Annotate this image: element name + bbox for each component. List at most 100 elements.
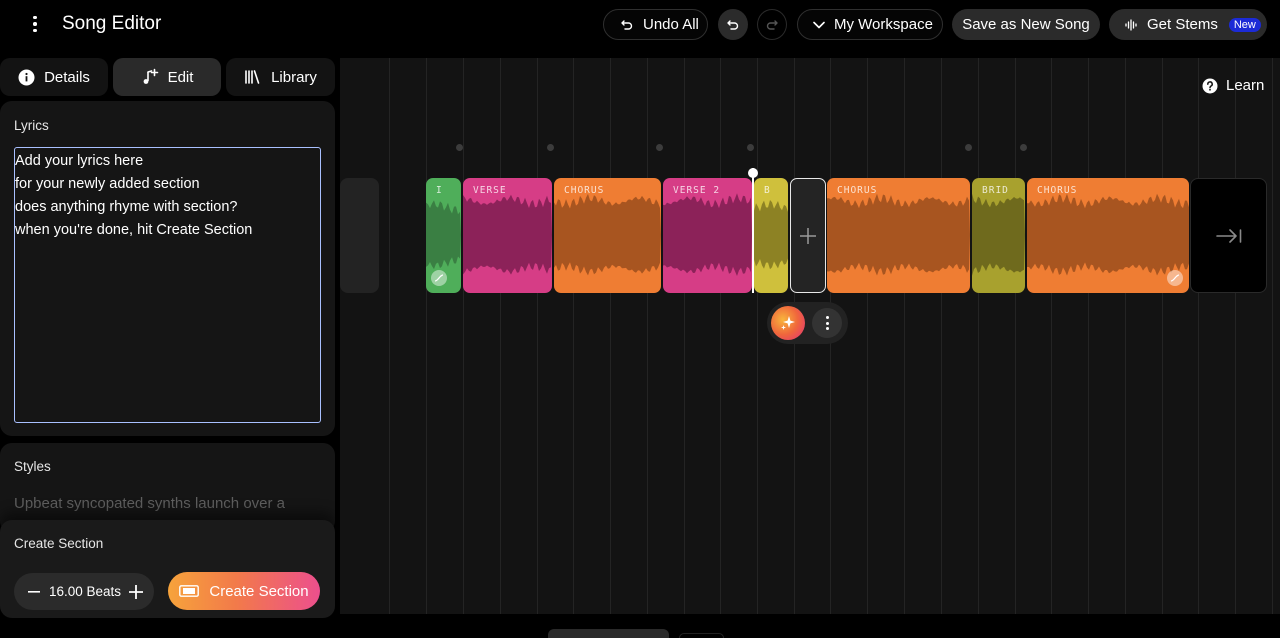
waveform — [754, 200, 788, 270]
fade-out-handle[interactable] — [1167, 270, 1183, 286]
section-toolbar — [767, 302, 848, 344]
playhead[interactable] — [752, 168, 754, 293]
grid-line — [867, 58, 868, 614]
beat-marker[interactable] — [747, 144, 754, 151]
redo-button[interactable] — [757, 9, 787, 40]
grid-line — [1088, 58, 1089, 614]
tab-edit-label: Edit — [167, 68, 194, 86]
song-section-block[interactable]: B — [754, 178, 788, 293]
get-stems-label: Get Stems — [1147, 16, 1218, 33]
grid-line — [1272, 58, 1273, 614]
grid-line — [573, 58, 574, 614]
learn-button[interactable]: Learn — [1202, 77, 1264, 94]
lyrics-card: Lyrics Add your lyrics here for your new… — [0, 101, 335, 436]
redo-icon — [766, 19, 778, 30]
section-label: I — [436, 185, 443, 196]
increment-button[interactable] — [126, 582, 146, 602]
end-of-song-button[interactable] — [1190, 178, 1267, 293]
tab-details-label: Details — [44, 68, 90, 86]
create-section-button[interactable]: Create Section — [168, 572, 320, 610]
grid-line — [647, 58, 648, 614]
ai-sparkle-button[interactable] — [771, 306, 805, 340]
section-label: VERSE 2 — [673, 185, 721, 196]
song-section-block[interactable]: VERSE — [463, 178, 552, 293]
grid-line — [978, 58, 979, 614]
grid-line — [610, 58, 611, 614]
sparkle-icon — [781, 316, 795, 330]
beat-marker[interactable] — [456, 144, 463, 151]
decrement-button[interactable] — [24, 582, 44, 602]
song-section-block[interactable]: VERSE 2 — [663, 178, 752, 293]
tab-library[interactable]: Library — [226, 58, 335, 96]
song-section-block[interactable]: CHORUS — [554, 178, 661, 293]
tab-details[interactable]: Details — [0, 58, 108, 96]
grid-line — [1051, 58, 1052, 614]
section-label: B — [764, 185, 771, 196]
arrow-to-end-icon — [1215, 228, 1241, 243]
grid-line — [1162, 58, 1163, 614]
styles-label: Styles — [14, 459, 51, 474]
song-section-block[interactable]: CHORUS — [1027, 178, 1189, 293]
save-as-new-label: Save as New Song — [962, 16, 1090, 33]
minus-icon — [28, 590, 40, 593]
beat-marker[interactable] — [965, 144, 972, 151]
beat-marker[interactable] — [1020, 144, 1027, 151]
beat-marker[interactable] — [656, 144, 663, 151]
undo-icon — [621, 19, 633, 30]
song-section-block[interactable]: CHORUS — [827, 178, 970, 293]
tab-library-label: Library — [271, 68, 317, 86]
lyrics-line: Add your lyrics here — [15, 153, 144, 169]
playhead-handle[interactable] — [748, 168, 758, 178]
previous-block — [340, 178, 379, 293]
grid-line — [941, 58, 942, 614]
create-section-button-label: Create Section — [209, 582, 309, 600]
tab-edit[interactable]: Edit — [113, 58, 221, 96]
grid-line — [426, 58, 427, 614]
workspace-dropdown[interactable]: My Workspace — [797, 9, 943, 40]
learn-label: Learn — [1226, 77, 1265, 94]
bottom-tab[interactable] — [679, 633, 724, 638]
lyrics-line: for your newly added section — [15, 176, 200, 192]
timeline[interactable]: Learn I VERSE CHORUS VERSE 2 B CHORUS BRID CHOR… — [340, 58, 1280, 614]
grid-line — [684, 58, 685, 614]
grid-line — [720, 58, 721, 614]
song-section-block[interactable]: I — [426, 178, 461, 293]
beats-stepper: 16.00 Beats — [14, 573, 154, 610]
workspace-label: My Workspace — [834, 16, 933, 33]
library-icon — [245, 70, 260, 84]
save-as-new-song-button[interactable]: Save as New Song — [952, 9, 1100, 40]
grid-line — [904, 58, 905, 614]
fade-in-handle[interactable] — [431, 270, 447, 286]
chevron-down-icon — [813, 21, 825, 28]
lyrics-line: does anything rhyme with section? — [15, 199, 238, 215]
info-icon — [18, 69, 35, 85]
get-stems-button[interactable]: Get Stems New — [1109, 9, 1267, 40]
grid-line — [389, 58, 390, 614]
section-icon — [179, 585, 200, 597]
more-options-icon[interactable] — [812, 308, 842, 338]
section-label: CHORUS — [837, 185, 878, 196]
menu-icon[interactable] — [26, 12, 44, 36]
add-section-button[interactable] — [790, 178, 826, 293]
undo-icon — [727, 19, 739, 30]
lyrics-textarea[interactable]: Add your lyrics here for your newly adde… — [14, 147, 321, 423]
section-label: VERSE — [473, 185, 507, 196]
grid-line — [757, 58, 758, 614]
create-section-label: Create Section — [14, 536, 104, 551]
grid-line — [1198, 58, 1199, 614]
grid-line — [1125, 58, 1126, 614]
waveform-icon — [1125, 18, 1137, 31]
plus-icon — [800, 227, 816, 244]
new-badge: New — [1228, 17, 1261, 32]
undo-all-label: Undo All — [643, 16, 699, 33]
undo-all-button[interactable]: Undo All — [603, 9, 708, 40]
section-label: CHORUS — [564, 185, 605, 196]
bottom-tab[interactable] — [548, 629, 669, 638]
undo-button[interactable] — [718, 9, 748, 40]
music-plus-icon — [143, 68, 158, 84]
beat-marker[interactable] — [547, 144, 554, 151]
lyrics-line: when you're done, hit Create Section — [15, 222, 253, 238]
song-section-block[interactable]: BRID — [972, 178, 1025, 293]
page-title: Song Editor — [62, 13, 162, 34]
grid-line — [1015, 58, 1016, 614]
